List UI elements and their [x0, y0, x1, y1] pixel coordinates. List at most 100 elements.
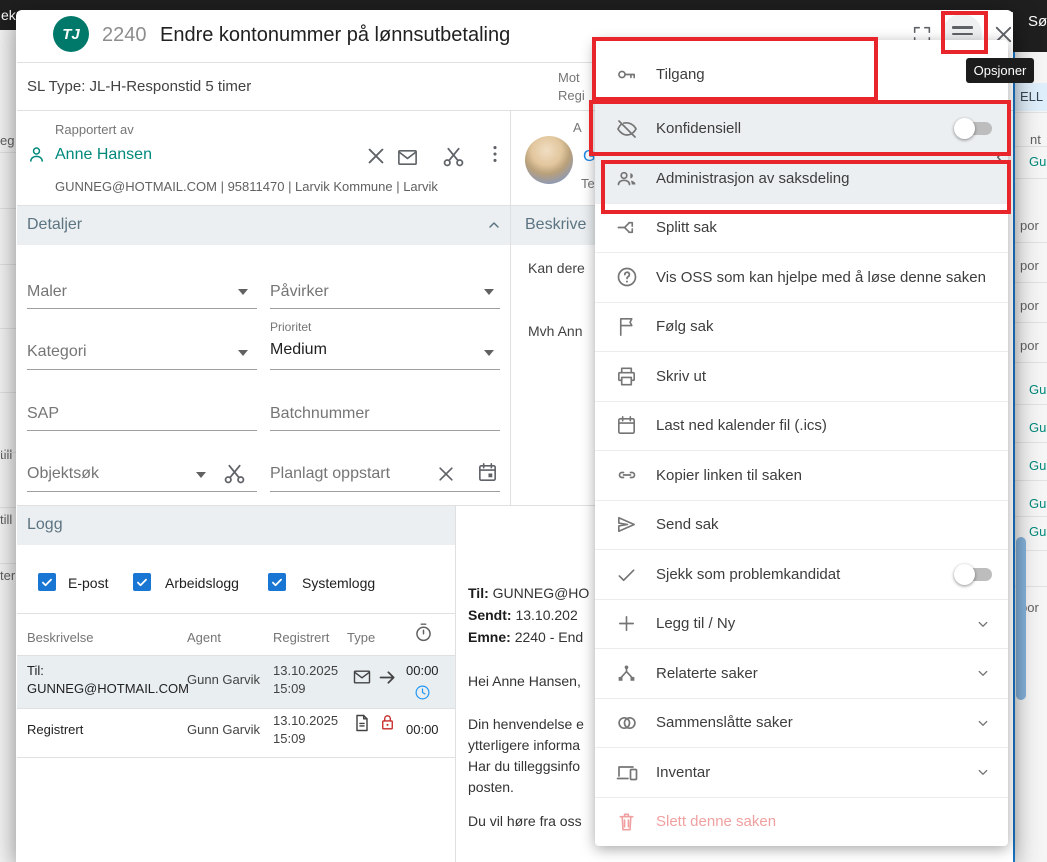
clock-icon [414, 684, 431, 701]
email-body-line: posten. [468, 779, 514, 795]
send-icon [615, 513, 639, 536]
log-date: 13.10.2025 [273, 663, 338, 678]
bg-fragment: por [1020, 258, 1039, 273]
description-section-header[interactable]: Beskrive [510, 205, 595, 245]
bg-fragment: por [1020, 218, 1039, 233]
dropdown-arrow-icon[interactable] [196, 472, 206, 478]
dropdown-arrow-icon[interactable] [238, 289, 248, 295]
details-section-title: Detaljer [27, 216, 82, 234]
details-section-header[interactable]: Detaljer [17, 205, 510, 245]
menu-item-slett-saken[interactable]: Slett denne saken [595, 797, 1008, 847]
field-batchnummer[interactable]: Batchnummer [270, 405, 370, 423]
menu-item-tilgang[interactable]: Tilgang [595, 46, 1008, 103]
check-icon [615, 563, 639, 586]
filter-label-arbeidslogg: Arbeidslogg [165, 575, 239, 591]
tools-icon[interactable] [441, 144, 466, 169]
clear-icon[interactable] [436, 464, 456, 484]
calendar-icon [615, 414, 639, 437]
checkbox-arbeidslogg[interactable] [133, 573, 151, 591]
bg-fragment: Gu [1029, 154, 1046, 169]
split-icon [615, 216, 639, 239]
log-agent: Gunn Garvik [187, 672, 260, 687]
dropdown-arrow-icon[interactable] [484, 289, 494, 295]
dropdown-arrow-icon[interactable] [484, 350, 494, 356]
related-hub-icon [615, 662, 639, 685]
menu-item-folg-sak[interactable]: Følg sak [595, 302, 1008, 352]
email-icon[interactable] [396, 146, 419, 169]
column-header-type[interactable]: Type [347, 630, 375, 645]
dropdown-arrow-icon[interactable] [238, 350, 248, 356]
menu-item-last-ned-kalender[interactable]: Last ned kalender fil (.ics) [595, 401, 1008, 451]
email-to-line: Til: GUNNEG@HO [468, 585, 589, 601]
flag-icon [615, 315, 639, 338]
menu-item-label: Administrasjon av saksdeling [656, 170, 992, 187]
log-time: 15:09 [273, 681, 306, 696]
menu-item-label: Skriv ut [656, 368, 992, 385]
field-maler[interactable]: Maler [27, 283, 67, 301]
field-prioritet-label: Prioritet [270, 320, 311, 334]
bg-fragment: Gu [1029, 420, 1046, 435]
field-prioritet-value[interactable]: Medium [270, 341, 327, 359]
menu-item-label: Vis OSS som kan hjelpe med å løse denne … [656, 269, 992, 286]
menu-item-splitt-sak[interactable]: Splitt sak [595, 203, 1008, 253]
chevron-up-icon[interactable] [486, 217, 502, 233]
field-objektsok[interactable]: Objektsøk [27, 465, 99, 483]
bg-fragment: ek [1, 7, 16, 23]
menu-item-problemkandidat[interactable]: Sjekk som problemkandidat [595, 549, 1008, 599]
column-header-beskrivelse[interactable]: Beskrivelse [27, 630, 93, 645]
more-options-icon[interactable] [484, 143, 506, 165]
tools-icon[interactable] [222, 461, 247, 486]
field-pavirker[interactable]: Påvirker [270, 283, 329, 301]
calendar-icon[interactable] [476, 461, 499, 484]
menu-item-kopier-link[interactable]: Kopier linken til saken [595, 450, 1008, 500]
checkbox-systemlogg[interactable] [268, 573, 286, 591]
scrollbar-thumb[interactable] [1016, 537, 1026, 700]
devices-icon [615, 760, 639, 784]
menu-item-legg-til-ny[interactable]: Legg til / Ny [595, 599, 1008, 649]
log-duration: 00:00 [406, 663, 439, 678]
menu-item-skriv-ut[interactable]: Skriv ut [595, 351, 1008, 401]
email-type-icon [352, 667, 372, 687]
bg-panel-border [1013, 52, 1015, 862]
column-header-registrert[interactable]: Registrert [273, 630, 329, 645]
menu-item-send-sak[interactable]: Send sak [595, 500, 1008, 550]
reporter-name-link[interactable]: Anne Hansen [55, 146, 152, 164]
chevron-down-icon [974, 615, 992, 633]
menu-item-vis-oss[interactable]: Vis OSS som kan hjelpe med å løse denne … [595, 252, 1008, 302]
toggle-konfidensiell[interactable] [958, 122, 992, 135]
menu-item-label: Sammenslåtte saker [656, 714, 966, 731]
menu-item-relaterte-saker[interactable]: Relaterte saker [595, 648, 1008, 698]
collapse-chevron-icon[interactable]: ‹ [996, 146, 1003, 166]
email-subject-value: 2240 - End [515, 629, 584, 645]
meta-label-registrert: Regi [558, 87, 594, 105]
email-footer-line: Du vil høre fra oss [468, 813, 582, 829]
assignee-team: Te [581, 176, 595, 191]
menu-item-label: Splitt sak [656, 219, 992, 236]
log-date: 13.10.2025 [273, 713, 338, 728]
app-logo: TJ [53, 16, 89, 52]
chevron-down-icon [974, 714, 992, 732]
menu-item-label: Tilgang [656, 66, 992, 83]
log-desc-line1[interactable]: Registrert [27, 722, 83, 737]
remove-reporter-icon[interactable] [365, 145, 387, 167]
toggle-problemkandidat[interactable] [958, 568, 992, 581]
menu-item-konfidensiell[interactable]: Konfidensiell [595, 103, 1008, 153]
chevron-down-icon [974, 664, 992, 682]
field-sap[interactable]: SAP [27, 405, 59, 423]
checkbox-epost[interactable] [38, 573, 56, 591]
printer-icon [615, 365, 639, 388]
email-to-label: Til: [468, 585, 489, 601]
field-planlagt-oppstart[interactable]: Planlagt oppstart [270, 465, 390, 483]
column-header-agent[interactable]: Agent [187, 630, 221, 645]
menu-item-inventar[interactable]: Inventar [595, 747, 1008, 797]
email-greeting: Hei Anne Hansen, [468, 673, 581, 689]
ticket-number: 2240 [102, 24, 147, 47]
log-section-header[interactable]: Logg [17, 505, 455, 545]
menu-item-sammenslatte-saker[interactable]: Sammenslåtte saker [595, 698, 1008, 748]
arrow-right-icon [377, 667, 398, 688]
menu-item-administrasjon-saksdeling[interactable]: Administrasjon av saksdeling [595, 153, 1008, 203]
bg-fragment: till [0, 512, 12, 527]
tooltip: Opsjoner [966, 58, 1034, 83]
field-kategori[interactable]: Kategori [27, 343, 87, 361]
chevron-down-icon [974, 763, 992, 781]
